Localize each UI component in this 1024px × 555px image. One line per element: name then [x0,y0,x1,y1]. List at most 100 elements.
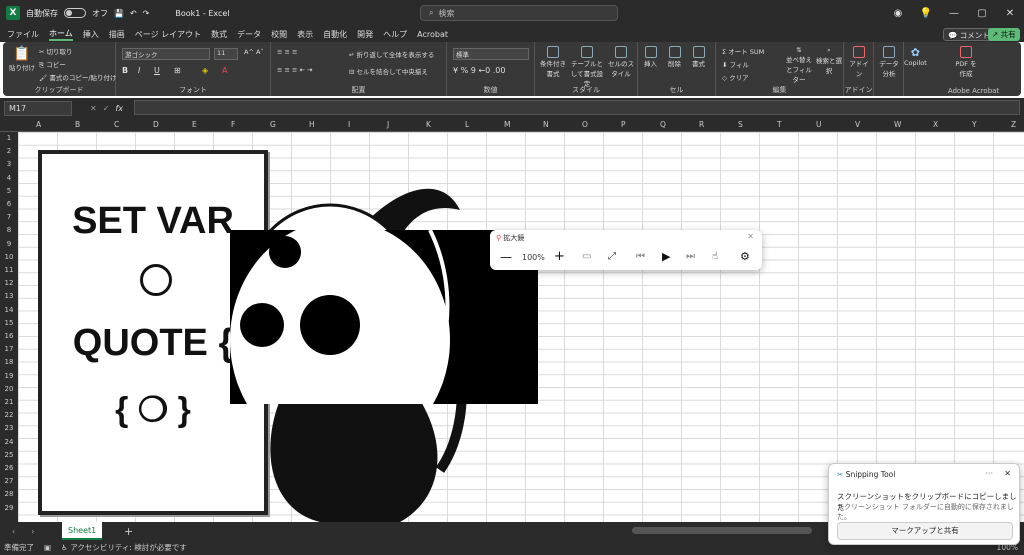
menu-data[interactable]: データ [237,29,261,40]
row-header[interactable]: 11 [0,266,18,274]
toast-close-icon[interactable]: ✕ [1004,469,1011,478]
font-name-select[interactable]: 游ゴシック [122,48,210,60]
zoom-in-button[interactable]: + [554,249,565,264]
italic-button[interactable]: I [138,66,140,75]
row-header[interactable]: 15 [0,319,18,327]
conditional-format-button[interactable]: 条件付き書式 [539,46,567,78]
menu-view[interactable]: 表示 [297,29,313,40]
row-header[interactable]: 24 [0,438,18,446]
expand-icon[interactable]: ⤢ [608,251,616,262]
column-header[interactable]: C [114,120,119,129]
font-grow-icon[interactable]: A^ Aˇ [244,48,264,56]
lightbulb-icon[interactable]: 💡 [912,8,940,19]
row-header[interactable]: 19 [0,372,18,380]
row-header[interactable]: 17 [0,345,18,353]
markup-share-button[interactable]: マークアップと共有 [837,522,1013,540]
delete-cells-button[interactable]: 削除 [668,46,681,68]
row-header[interactable]: 3 [0,160,18,168]
insert-cells-button[interactable]: 挿入 [644,46,657,68]
cell-styles-button[interactable]: セルのスタイル [607,46,635,78]
fit-icon[interactable]: ▭ [582,251,591,262]
add-sheet-button[interactable]: + [124,525,133,538]
row-header[interactable]: 29 [0,504,18,512]
font-size-select[interactable]: 11 [214,48,238,60]
name-box[interactable]: M17 [4,100,72,116]
find-select-button[interactable]: ⌕ 検索と選択 [816,46,842,75]
menu-help[interactable]: ヘルプ [383,29,407,40]
underline-button[interactable]: U [154,66,160,75]
column-header[interactable]: L [465,120,469,129]
horizontal-scrollbar[interactable] [632,527,812,534]
number-format-select[interactable]: 標準 [453,48,529,60]
row-header[interactable]: 22 [0,411,18,419]
row-header[interactable]: 27 [0,477,18,485]
align-left-icon[interactable]: ≡ ≡ ≡ ⇤ ⇥ [277,66,313,74]
menu-insert[interactable]: 挿入 [83,29,99,40]
previous-icon[interactable]: ⏮ [636,251,645,262]
border-icon[interactable]: ⊞ [174,66,181,75]
autosave-toggle[interactable] [64,8,86,18]
format-cells-button[interactable]: 書式 [692,46,705,68]
redo-icon[interactable]: ↷ [143,9,150,18]
fill-color-icon[interactable]: ◈ [202,66,208,75]
comment-button[interactable]: 💬 コメント [943,28,995,41]
row-header[interactable]: 23 [0,424,18,432]
row-header[interactable]: 7 [0,213,18,221]
menu-draw[interactable]: 描画 [109,29,125,40]
menu-page-layout[interactable]: ページ レイアウト [135,29,201,40]
paste-button[interactable]: 📋 貼り付け [9,46,35,72]
row-header[interactable]: 28 [0,490,18,498]
row-header[interactable]: 20 [0,385,18,393]
column-header[interactable]: F [231,120,235,129]
column-header[interactable]: U [816,120,822,129]
column-header[interactable]: Z [1011,120,1016,129]
row-header[interactable]: 13 [0,292,18,300]
wrap-text-button[interactable]: ↵ 折り返して全体を表示する [349,49,434,59]
toast-more-icon[interactable]: ··· [985,469,993,478]
enter-icon[interactable]: ✓ [103,104,110,113]
row-header[interactable]: 21 [0,398,18,406]
magnifier-toolbar[interactable]: ⚲ 拡大鏡 ✕ — 100% + ▭ ⤢ ⏮ ▶ ⏭ ☝ ⚙ [490,230,762,270]
format-painter-button[interactable]: 🖌 書式のコピー/貼り付け [39,72,117,82]
accessibility-status[interactable]: ♿ アクセシビリティ: 検討が必要です [61,542,187,553]
column-header[interactable]: A [36,120,41,129]
search-box[interactable]: ⌕ 検索 [420,5,618,21]
fx-icon[interactable]: fx [115,104,123,113]
column-header[interactable]: O [582,120,588,129]
menu-formulas[interactable]: 数式 [211,29,227,40]
row-header[interactable]: 14 [0,306,18,314]
minimize-icon[interactable]: — [940,8,968,19]
snipping-toast[interactable]: ✂ Snipping Tool ··· ✕ スクリーンショットをクリップボードに… [828,463,1020,545]
close-icon[interactable]: ✕ [996,8,1024,19]
autosum-button[interactable]: Σ オート SUM [722,46,764,56]
column-header[interactable]: E [192,120,197,129]
data-analysis-button[interactable]: データ分析 [878,46,900,78]
menu-automate[interactable]: 自動化 [323,29,347,40]
align-top-icon[interactable]: ≡ ≡ ≡ [277,48,297,56]
row-header[interactable]: 12 [0,279,18,287]
copilot-button[interactable]: ✿ Copilot [904,46,927,67]
sheet-tab-sheet1[interactable]: Sheet1 [62,522,103,540]
row-header[interactable]: 18 [0,358,18,366]
clear-button[interactable]: ◇ クリア [722,72,749,82]
undo-icon[interactable]: ↶ [130,9,137,18]
menu-file[interactable]: ファイル [7,29,39,40]
column-header[interactable]: K [426,120,431,129]
addins-button[interactable]: アドイン [848,46,870,78]
column-header[interactable]: I [348,120,350,129]
column-header[interactable]: D [153,120,159,129]
column-header[interactable]: X [933,120,938,129]
restore-icon[interactable]: ▢ [968,8,996,19]
menu-review[interactable]: 校閲 [271,29,287,40]
menu-acrobat[interactable]: Acrobat [417,30,448,39]
row-header[interactable]: 8 [0,226,18,234]
cancel-icon[interactable]: ✕ [90,104,97,113]
column-header[interactable]: Q [660,120,666,129]
row-header[interactable]: 1 [0,134,18,142]
sort-filter-button[interactable]: ⇅ 並べ替えとフィルター [784,46,814,84]
prev-sheet-icon[interactable]: ‹ [12,527,15,536]
fill-button[interactable]: ⬇ フィル [722,59,749,69]
read-from-here-icon[interactable]: ☝ [712,251,718,262]
bold-button[interactable]: B [122,66,128,75]
row-header[interactable]: 5 [0,187,18,195]
